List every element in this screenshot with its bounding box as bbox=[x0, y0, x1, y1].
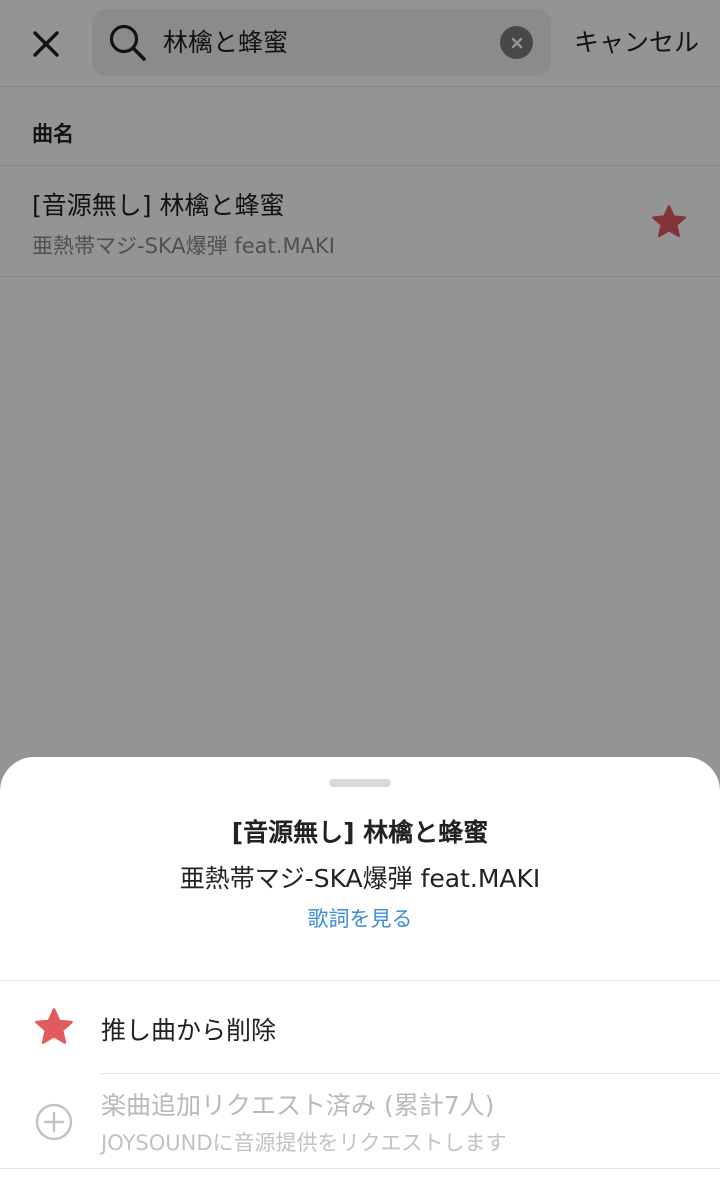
remove-favorite-label: 推し曲から削除 bbox=[101, 1016, 277, 1045]
remove-favorite-button[interactable]: 推し曲から削除 bbox=[0, 981, 720, 1073]
sheet-artist: 亜熱帯マジ-SKA爆弾 feat.MAKI bbox=[179, 864, 541, 893]
star-icon bbox=[35, 1008, 73, 1044]
sheet-song-title: [音源無し] 林檎と蜂蜜 bbox=[231, 818, 489, 847]
song-request-sublabel: JOYSOUNDに音源提供をリクエストします bbox=[101, 1131, 507, 1155]
song-request-button: 楽曲追加リクエスト済み (累計7人) JOYSOUNDに音源提供をリクエストしま… bbox=[0, 1074, 720, 1168]
divider bbox=[0, 1168, 720, 1169]
view-lyrics-link[interactable]: 歌詞を見る bbox=[0, 903, 720, 933]
plus-circle-icon bbox=[35, 1103, 73, 1141]
song-request-label: 楽曲追加リクエスト済み (累計7人) bbox=[101, 1091, 495, 1120]
sheet-grabber[interactable] bbox=[329, 779, 391, 787]
action-sheet: [音源無し] 林檎と蜂蜜 亜熱帯マジ-SKA爆弾 feat.MAKI 歌詞を見る… bbox=[0, 757, 720, 1200]
